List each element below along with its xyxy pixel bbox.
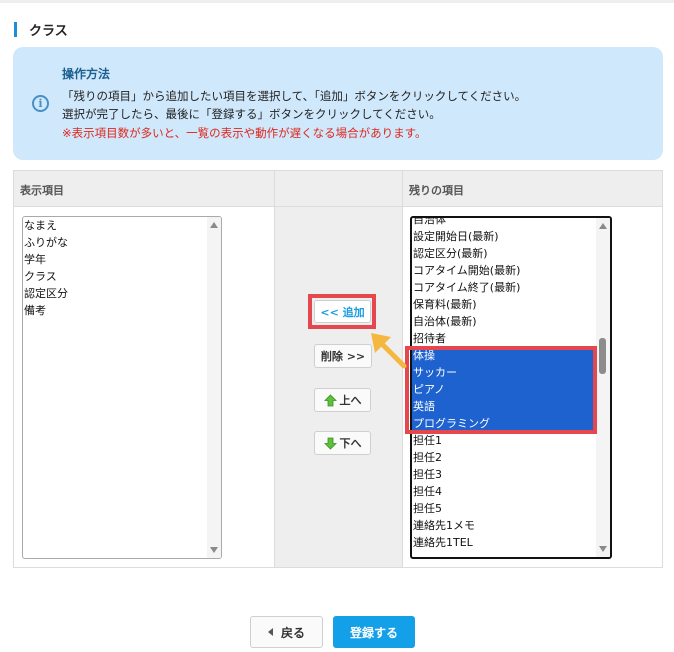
scroll-up-arrow-icon[interactable] [599,223,607,229]
header-remaining-items: 残りの項目 [403,171,662,207]
section-title: クラス [29,23,68,39]
remaining-item[interactable]: 連絡先1メモ [412,517,610,534]
instructions-line-1: 「残りの項目」から追加したい項目を選択して、「追加」ボタンをクリックしてください… [62,89,527,103]
actions-column [274,207,403,567]
display-items-listbox[interactable]: なまえ ふりがな 学年 クラス 認定区分 備考 [22,216,222,559]
remaining-item[interactable]: コアタイム開始(最新) [412,262,610,279]
instructions-title: 操作方法 [62,67,111,81]
display-item[interactable]: なまえ [23,217,221,234]
remaining-item[interactable]: コアタイム終了(最新) [412,279,610,296]
move-up-button[interactable]: 上へ [314,388,371,412]
display-item[interactable]: ふりがな [23,234,221,251]
remaining-item[interactable]: プログラミング [412,415,610,432]
move-down-label: 下へ [339,437,362,450]
remaining-items-listbox[interactable]: 自治体 設定開始日(最新) 認定区分(最新) コアタイム開始(最新) コアタイム終了(最… [410,216,612,559]
column-selector-table: 表示項目 残りの項目 なまえ ふりがな 学年 クラス 認定区分 備考 自治体 設定開始日(最… [13,170,663,568]
remaining-item[interactable]: 担任2 [412,449,610,466]
remaining-item[interactable]: 担任5 [412,500,610,517]
move-down-button[interactable]: 下へ [314,431,371,455]
remaining-item[interactable]: 設定開始日(最新) [412,228,610,245]
remaining-item[interactable]: 招待者 [412,330,610,347]
remaining-item[interactable]: 担任1 [412,432,610,449]
remaining-item[interactable]: 体操 [412,347,610,364]
top-border [0,0,674,3]
remaining-item[interactable]: 連絡先1TEL [412,534,610,551]
instructions-line-2: 選択が完了したら、最後に「登録する」ボタンをクリックしてください。 [62,107,441,121]
green-down-arrow-icon [323,437,337,450]
add-button[interactable]: << 追加 [314,300,371,323]
scroll-up-arrow-icon[interactable] [210,222,218,228]
delete-button[interactable]: 削除 >> [314,344,372,368]
pointer-arrow-icon [371,333,407,369]
scroll-down-arrow-icon[interactable] [210,547,218,553]
register-button[interactable]: 登録する [333,616,415,648]
remaining-item[interactable]: 自治体 [412,218,610,228]
move-up-label: 上へ [339,394,362,407]
remaining-item[interactable]: 認定区分(最新) [412,245,610,262]
display-item[interactable]: 学年 [23,251,221,268]
remaining-item[interactable]: サッカー [412,364,610,381]
green-up-arrow-icon [323,393,337,406]
scrollbar-thumb[interactable] [599,338,606,374]
header-display-items: 表示項目 [14,171,274,207]
remaining-item[interactable]: 担任3 [412,466,610,483]
remaining-items-scrollbar[interactable] [596,218,610,557]
display-item[interactable]: 備考 [23,302,221,319]
back-arrow-icon [267,628,273,636]
scroll-down-arrow-icon[interactable] [599,546,607,552]
remaining-item[interactable]: 保育料(最新) [412,296,610,313]
back-label: 戻る [280,625,305,640]
remaining-item[interactable]: ピアノ [412,381,610,398]
instructions-warning: ※表示項目数が多いと、一覧の表示や動作が遅くなる場合があります。 [62,126,427,140]
header-actions [274,171,403,207]
instructions-panel: i 操作方法 「残りの項目」から追加したい項目を選択して、「追加」ボタンをクリッ… [13,47,663,160]
remaining-item[interactable]: 英語 [412,398,610,415]
header-display-items-label: 表示項目 [20,184,64,197]
display-items-scrollbar[interactable] [207,217,221,558]
back-button[interactable]: 戻る [250,616,323,648]
remaining-item[interactable]: 自治体(最新) [412,313,610,330]
display-item[interactable]: クラス [23,268,221,285]
remaining-item[interactable]: 担任4 [412,483,610,500]
header-remaining-items-label: 残りの項目 [409,184,464,197]
info-icon: i [32,95,49,112]
section-header: クラス [14,20,68,39]
section-accent-bar [14,21,17,37]
display-item[interactable]: 認定区分 [23,285,221,302]
